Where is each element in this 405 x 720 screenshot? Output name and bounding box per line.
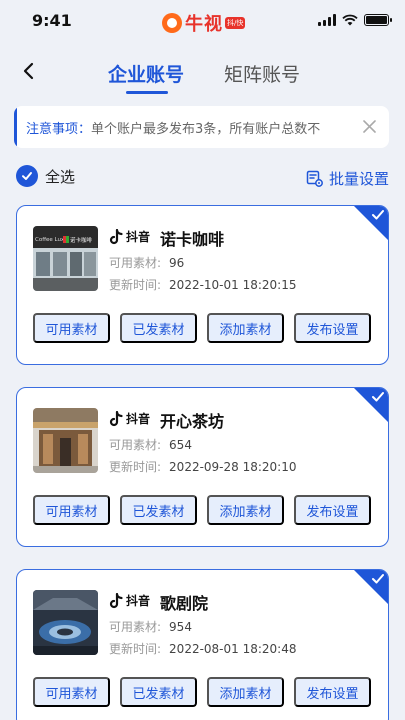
douyin-icon [109, 592, 123, 608]
notice-label: 注意事项： [26, 121, 92, 137]
tab-matrix-accounts[interactable]: 矩阵账号 [224, 60, 300, 87]
available-materials-button[interactable]: 可用素材 [33, 495, 110, 525]
logo-tag: 抖/快 [225, 17, 246, 29]
platform-badge: 抖音 [109, 410, 150, 427]
card-actions: 可用素材 已发素材 添加素材 发布设置 [33, 677, 371, 707]
signal-icon [318, 14, 336, 26]
published-materials-button[interactable]: 已发素材 [120, 313, 197, 343]
venue-thumbnail [33, 590, 98, 655]
douyin-icon [109, 228, 123, 244]
store-thumbnail [33, 408, 98, 473]
batch-settings-label: 批量设置 [328, 170, 389, 188]
battery-icon [364, 14, 392, 26]
material-count: 可用素材: 954 [109, 620, 192, 634]
platform-label: 抖音 [126, 412, 151, 426]
updated-time: 更新时间: 2022-08-01 18:20:48 [109, 642, 297, 656]
store-thumbnail: Coffee Lux 诺卡咖啡 [33, 226, 98, 291]
publish-settings-button[interactable]: 发布设置 [294, 495, 371, 525]
select-all-label: 全选 [45, 167, 76, 186]
material-count: 可用素材: 654 [109, 438, 192, 452]
active-tab-indicator [126, 91, 168, 94]
notice-text: 注意事项：单个账户最多发布3条，所有账户总数不 [17, 118, 342, 137]
wifi-icon [342, 14, 358, 26]
add-materials-button[interactable]: 添加素材 [207, 677, 284, 707]
checkmark-icon [372, 210, 384, 220]
thumb-sign-text: Coffee Lux [35, 237, 65, 243]
platform-badge: 抖音 [109, 228, 150, 245]
account-card[interactable]: 抖音 开心茶坊 可用素材: 654 更新时间: 2022-09-28 18:20:1… [16, 387, 389, 547]
account-name: 开心茶坊 [160, 412, 225, 431]
status-time: 9:41 [32, 11, 72, 30]
available-materials-button[interactable]: 可用素材 [33, 313, 110, 343]
batch-settings-icon [306, 170, 323, 187]
account-name: 诺卡咖啡 [160, 230, 225, 249]
select-all-checkbox[interactable]: 全选 [16, 165, 75, 187]
check-circle-icon [16, 165, 38, 187]
updated-time: 更新时间: 2022-09-28 18:20:10 [109, 460, 297, 474]
platform-label: 抖音 [126, 230, 151, 244]
material-count: 可用素材: 96 [109, 256, 185, 270]
card-actions: 可用素材 已发素材 添加素材 发布设置 [33, 495, 371, 525]
back-arrow-icon[interactable] [18, 60, 40, 82]
checkmark-icon [372, 574, 384, 584]
thumb-sign-cn-text: 诺卡咖啡 [70, 236, 93, 244]
notice-body: 单个账户最多发布3条，所有账户总数不 [91, 121, 321, 137]
updated-time: 更新时间: 2022-10-01 18:20:15 [109, 278, 297, 292]
published-materials-button[interactable]: 已发素材 [120, 677, 197, 707]
account-card[interactable]: 抖音 歌剧院 可用素材: 954 更新时间: 2022-08-01 18:20:48… [16, 569, 389, 720]
platform-label: 抖音 [126, 594, 151, 608]
app-logo: 牛视 抖/快 [162, 10, 246, 36]
tab-enterprise-accounts[interactable]: 企业账号 [108, 60, 184, 87]
add-materials-button[interactable]: 添加素材 [207, 495, 284, 525]
published-materials-button[interactable]: 已发素材 [120, 495, 197, 525]
nav-bar: 企业账号 矩阵账号 [0, 50, 405, 96]
close-icon[interactable] [362, 119, 377, 134]
publish-settings-button[interactable]: 发布设置 [294, 677, 371, 707]
notice-banner: 注意事项：单个账户最多发布3条，所有账户总数不 [14, 106, 389, 148]
checkmark-icon [372, 392, 384, 402]
logo-text: 牛视 [185, 14, 223, 35]
account-name: 歌剧院 [160, 594, 209, 613]
batch-settings-button[interactable]: 批量设置 [306, 168, 389, 189]
douyin-icon [109, 410, 123, 426]
card-actions: 可用素材 已发素材 添加素材 发布设置 [33, 313, 371, 343]
add-materials-button[interactable]: 添加素材 [207, 313, 284, 343]
available-materials-button[interactable]: 可用素材 [33, 677, 110, 707]
status-icons [318, 14, 392, 26]
platform-badge: 抖音 [109, 592, 150, 609]
publish-settings-button[interactable]: 发布设置 [294, 313, 371, 343]
status-bar: 9:41 牛视 抖/快 [0, 0, 405, 44]
account-card[interactable]: Coffee Lux 诺卡咖啡 抖音 诺卡咖啡 可用素材: 96 更新时间: 202… [16, 205, 389, 365]
logo-mark-icon [162, 13, 182, 33]
